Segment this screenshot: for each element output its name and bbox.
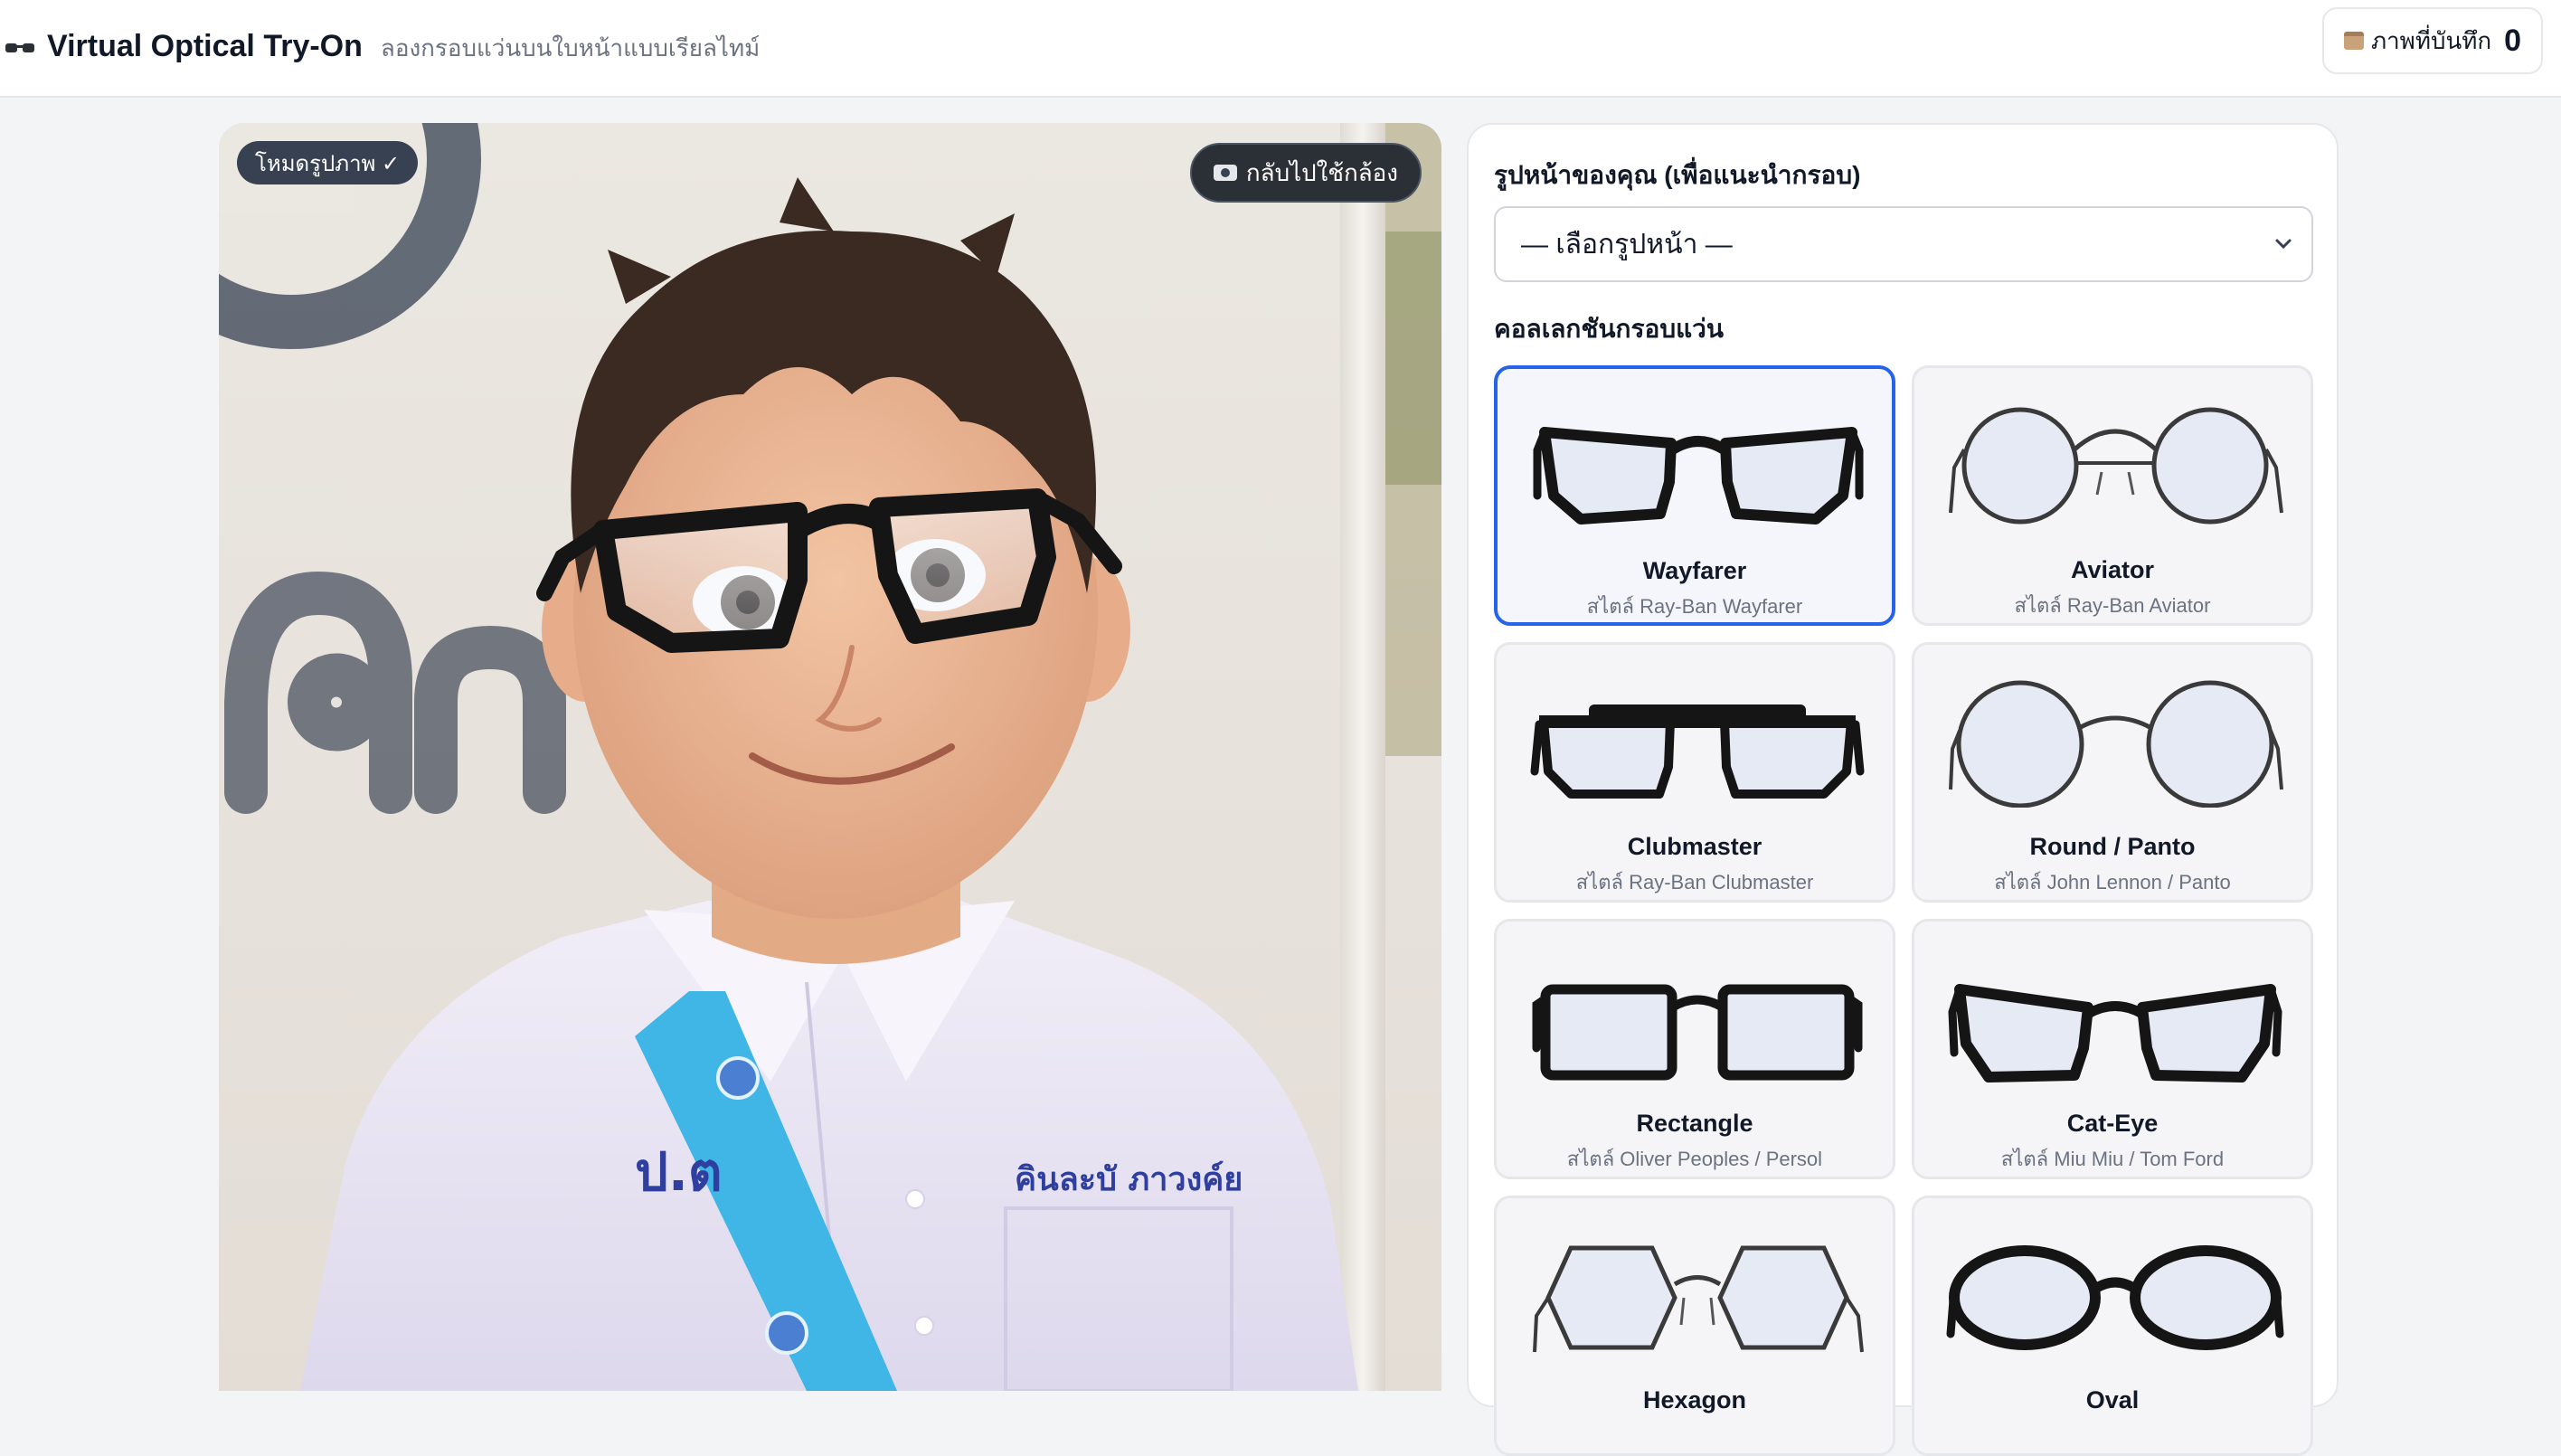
mode-badge: โหมดรูปภาพ ✓ [237,141,419,184]
frame-style: สไตล์ Ray-Ban Clubmaster [1575,871,1814,893]
frame-card-clubmaster[interactable]: Clubmaster สไตล์ Ray-Ban Clubmaster [1494,642,1895,903]
frame-selector-panel: รูปหน้าของคุณ (เพื่อแนะนำกรอบ) — เลือกรู… [1467,123,2339,1456]
shirt-text-left: ป.ต [635,1141,723,1203]
frame-name: Round / Panto [2029,833,2196,860]
back-to-camera-button[interactable]: กลับไปใช้กล้อง [1189,143,1422,203]
frame-card-round-panto[interactable]: Round / Panto สไตล์ John Lennon / Panto [1912,642,2313,903]
oval-frame-icon [1946,1245,2284,1350]
face-shape-select[interactable]: — เลือกรูปหน้า — [1494,206,2313,282]
collection-label: คอลเลกชันกรอบแว่น [1494,315,1725,343]
frame-name: Cat-Eye [2066,1110,2159,1137]
frame-style: สไตล์ Ray-Ban Aviator [2014,594,2211,617]
frame-style: สไตล์ Miu Miu / Tom Ford [2000,1148,2225,1170]
face-shape-value: — เลือกรูปหน้า — [1521,229,1733,260]
back-to-camera-label: กลับไปใช้กล้อง [1245,158,1398,186]
frame-name: Aviator [2070,556,2155,583]
frame-name: Wayfarer [1642,557,1747,584]
hexagon-frame-icon [1533,1245,1864,1353]
shirt-text-right: คินละบั ภาวงค์ย [1015,1160,1243,1198]
frame-name: Rectangle [1636,1110,1753,1137]
frame-card-oval[interactable]: Oval [1912,1196,2313,1456]
frame-card-rectangle[interactable]: Rectangle สไตล์ Oliver Peoples / Persol [1494,919,1895,1179]
cat-eye-frame-icon [1948,984,2282,1083]
frame-card-hexagon[interactable]: Hexagon [1494,1196,1895,1456]
frame-style: สไตล์ John Lennon / Panto [1994,871,2231,893]
box-icon [2343,32,2364,50]
round-frame-icon [1949,680,2283,808]
frame-card-wayfarer[interactable]: Wayfarer สไตล์ Ray-Ban Wayfarer [1494,365,1895,626]
glasses-icon [5,43,34,52]
saved-photos-label: ภาพที่บันทึก [2370,26,2492,54]
photo-image: ป.ต คินละบั ภาวงค์ย [219,123,1441,1391]
wayfarer-frame-icon [1533,427,1864,525]
frame-card-aviator[interactable]: Aviator สไตล์ Ray-Ban Aviator [1912,365,2313,626]
photo-preview: ป.ต คินละบั ภาวงค์ย โหมดรูปภาพ ✓ กลับไปใ… [219,123,1441,1391]
frame-style: สไตล์ Ray-Ban Wayfarer [1586,595,1803,618]
rectangle-frame-icon [1532,984,1863,1081]
camera-icon [1213,165,1237,181]
chevron-down-icon [2275,239,2292,250]
aviator-frame-icon [1949,407,2283,525]
saved-photos-count: 0 [2504,23,2522,58]
face-shape-label: รูปหน้าของคุณ (เพื่อแนะนำกรอบ) [1494,161,1861,189]
app-subtitle: ลองกรอบแว่นบนใบหน้าแบบเรียลไทม์ [380,34,761,61]
saved-photos-button[interactable]: ภาพที่บันทึก 0 [2322,7,2543,74]
frame-style: สไตล์ Oliver Peoples / Persol [1566,1148,1823,1170]
clubmaster-frame-icon [1530,704,1865,799]
frame-card-cat-eye[interactable]: Cat-Eye สไตล์ Miu Miu / Tom Ford [1912,919,2313,1179]
frame-name: Clubmaster [1627,833,1762,860]
app-header: Virtual Optical Try-On ลองกรอบแว่นบนใบหน… [0,0,2561,98]
app-title: Virtual Optical Try-On [47,29,363,63]
brand: Virtual Optical Try-On ลองกรอบแว่นบนใบหน… [4,29,760,67]
